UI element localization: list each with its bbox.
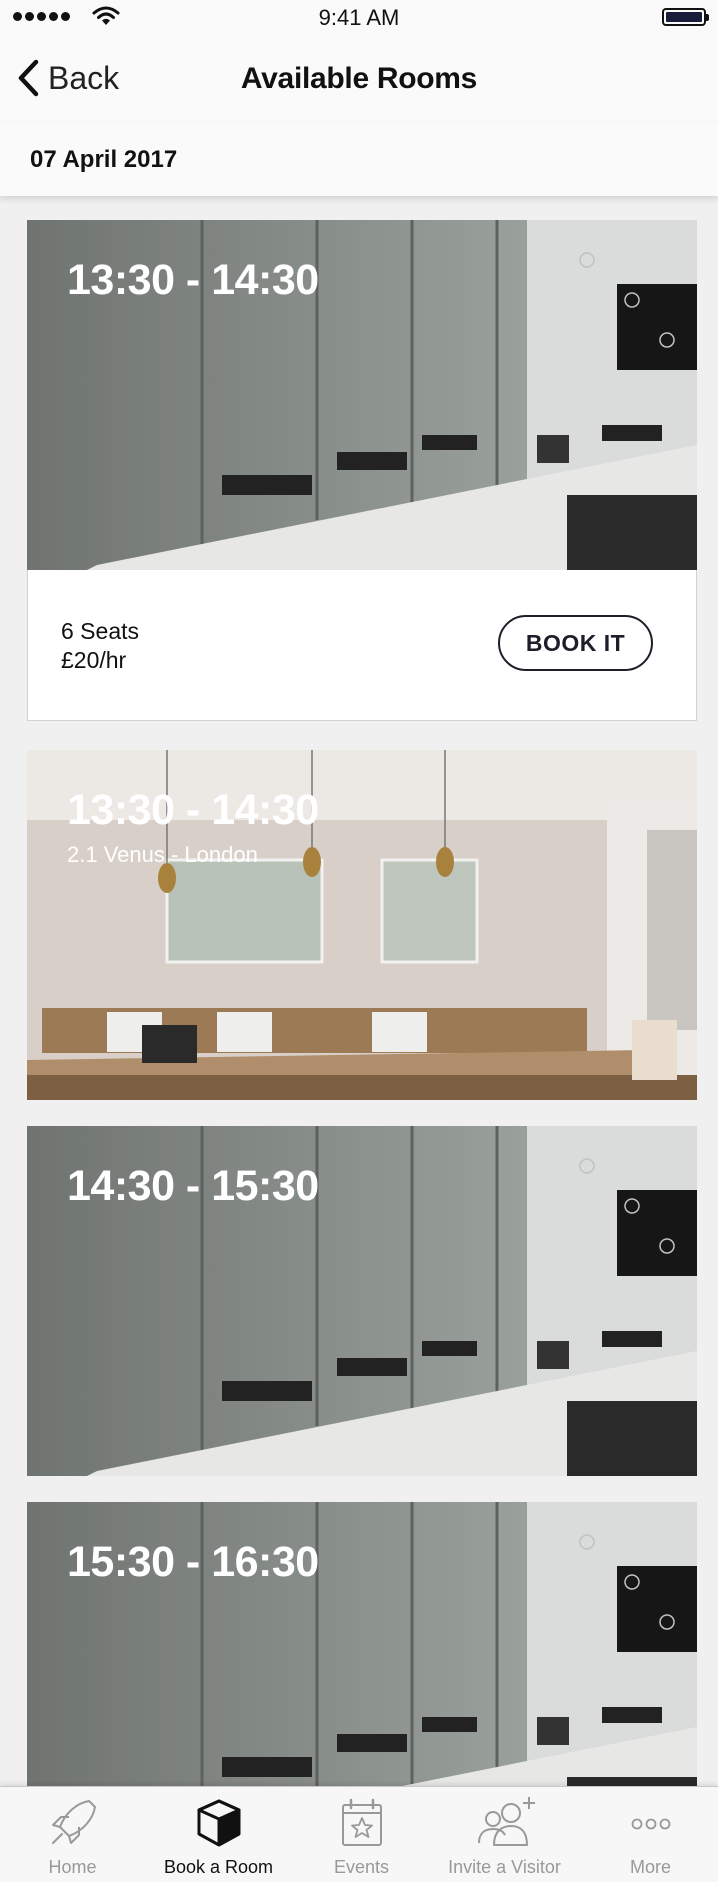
navigation-bar: Back Available Rooms [0, 34, 718, 123]
tab-home[interactable]: Home [1, 1787, 144, 1882]
room-photo: 14:30 - 15:30 [27, 1126, 697, 1476]
room-details: 6 Seats £20/hr BOOK IT [27, 570, 697, 721]
tab-invite-a-visitor[interactable]: Invite a Visitor [433, 1787, 576, 1882]
rocket-icon [51, 1800, 96, 1844]
tab-label: Events [333, 1857, 390, 1877]
page-title: Available Rooms [240, 62, 478, 95]
room-time-slot: 14:30 - 15:30 [67, 1162, 319, 1210]
tab-book-a-room[interactable]: Book a Room [147, 1787, 290, 1882]
tab-bar: Home Book a Room Events Invite a Visitor… [0, 1786, 718, 1882]
add-people-icon [477, 1797, 535, 1846]
room-photo: 13:30 - 14:30 2.1 Venus - London [27, 750, 697, 1100]
room-photo: 13:30 - 14:30 [27, 220, 697, 570]
battery-icon [662, 8, 709, 26]
room-time-slot: 13:30 - 14:30 [67, 256, 319, 304]
room-time-slot: 15:30 - 16:30 [67, 1538, 319, 1586]
tab-label: Home [48, 1857, 97, 1877]
room-card[interactable]: 13:30 - 14:30 6 Seats £20/hr BOOK IT [27, 220, 697, 721]
book-it-button[interactable]: BOOK IT [498, 615, 653, 671]
tab-label: Book a Room [163, 1857, 274, 1877]
room-time-slot: 13:30 - 14:30 [67, 786, 319, 834]
calendar-star-icon [341, 1798, 382, 1846]
tab-more[interactable]: More [579, 1787, 718, 1882]
date-bar: 07 April 2017 [0, 122, 718, 196]
room-card[interactable]: 14:30 - 15:30 [27, 1126, 697, 1476]
cube-icon [197, 1799, 240, 1847]
seat-count: 6 Seats [61, 618, 139, 644]
tab-label: More [629, 1857, 671, 1877]
tab-events[interactable]: Events [290, 1787, 433, 1882]
room-name: 2.1 Venus - London [67, 842, 258, 867]
room-card[interactable]: 13:30 - 14:30 2.1 Venus - London [27, 750, 697, 1100]
status-time: 9:41 AM [318, 5, 400, 30]
more-dots-icon [631, 1818, 670, 1830]
tab-label: Invite a Visitor [448, 1857, 561, 1877]
status-bar: 9:41 AM [0, 0, 718, 34]
hourly-price: £20/hr [61, 647, 127, 673]
selected-date[interactable]: 07 April 2017 [30, 146, 177, 174]
